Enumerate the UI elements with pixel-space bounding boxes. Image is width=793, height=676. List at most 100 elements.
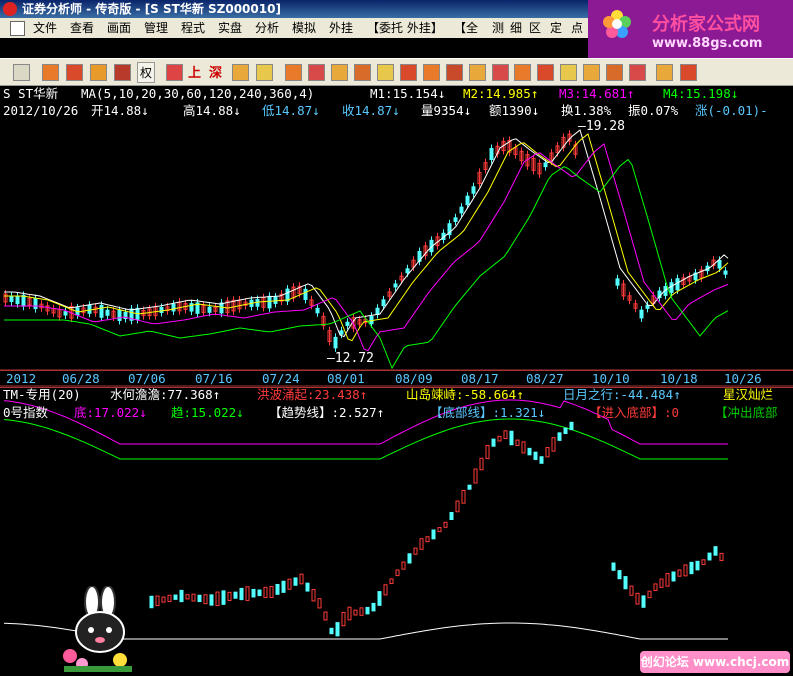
low-price: 低14.87↓ xyxy=(262,103,320,118)
toolbar-button-17[interactable] xyxy=(492,64,509,81)
candle-body xyxy=(315,307,320,314)
indicator2-bottom: 底:17.022↓ xyxy=(74,405,147,420)
indicator-candle xyxy=(713,546,718,556)
toolbar-button-5[interactable] xyxy=(166,64,183,81)
indicator-candle xyxy=(377,591,382,606)
stock-name: S ST华新 xyxy=(3,86,59,101)
min-price-label: —12.72 xyxy=(327,351,374,366)
indicator-candle xyxy=(275,583,280,595)
candle-body xyxy=(255,299,260,307)
toolbar-button-18[interactable] xyxy=(514,64,531,81)
toolbar-button-9[interactable] xyxy=(308,64,325,81)
menu-file[interactable]: 文件 xyxy=(33,18,57,38)
toolbar-button-15[interactable] xyxy=(446,64,463,81)
toolbar-button-10[interactable] xyxy=(331,64,348,81)
toolbar-button-2[interactable] xyxy=(66,64,83,81)
shanghai-button[interactable]: 上 xyxy=(188,62,201,81)
indicator-candle xyxy=(335,622,340,637)
menu-live[interactable]: 实盘 xyxy=(218,18,242,38)
candle-body xyxy=(171,303,176,312)
menu-view[interactable]: 查看 xyxy=(70,18,94,38)
banner-site-name: 分析家公式网 xyxy=(652,14,760,35)
indicator-candle xyxy=(533,451,538,460)
date-tick: 07/06 xyxy=(128,371,166,386)
indicator2-title: 0号指数 xyxy=(3,405,49,420)
indicator2-exit-bottom: 【冲出底部 xyxy=(715,405,778,420)
toolbar-button-13[interactable] xyxy=(400,64,417,81)
menu-formula[interactable]: 程式 xyxy=(181,18,205,38)
toolbar-button-7[interactable] xyxy=(256,64,273,81)
shenzhen-button[interactable]: 深 xyxy=(209,62,222,81)
indicator-candle xyxy=(149,595,154,609)
candle-body xyxy=(63,311,68,316)
toolbar-button-11[interactable] xyxy=(354,64,371,81)
amount: 额1390↓ xyxy=(489,103,540,118)
indicator-candle xyxy=(707,552,712,561)
menu-screen[interactable]: 画面 xyxy=(107,18,131,38)
toolbar-button-25[interactable] xyxy=(680,64,697,81)
toolbar-button-8[interactable] xyxy=(285,64,302,81)
toolbar-button-3[interactable] xyxy=(90,64,107,81)
candle-body xyxy=(393,283,398,288)
candle-body xyxy=(105,309,110,316)
indicator-candle xyxy=(611,562,616,571)
toolbar-button-22[interactable] xyxy=(606,64,623,81)
menu-plugin[interactable]: 外挂 xyxy=(329,18,353,38)
candle-body xyxy=(381,299,386,307)
trend-line xyxy=(3,418,728,460)
indicator-candle xyxy=(239,587,244,601)
menu-region[interactable]: 区 xyxy=(529,18,541,38)
menu-simulate[interactable]: 模拟 xyxy=(292,18,316,38)
indicator-candle xyxy=(443,521,448,528)
menu-order-plugin[interactable]: 【委托 外挂】 xyxy=(367,18,443,38)
candle-body xyxy=(717,259,722,269)
menu-all[interactable]: 【全 xyxy=(454,18,478,38)
ma2-value: M2:14.985↑ xyxy=(463,86,539,101)
indicator-candle xyxy=(497,435,502,442)
cursor-tool-icon[interactable] xyxy=(13,64,30,81)
menu-manage[interactable]: 管理 xyxy=(144,18,168,38)
indicator-candle xyxy=(191,593,196,602)
indicator-candle xyxy=(173,594,178,600)
menu-point[interactable]: 点 xyxy=(571,18,583,38)
indicator-candle xyxy=(461,489,466,504)
candle-body xyxy=(489,147,494,161)
toolbar-button-20[interactable] xyxy=(560,64,577,81)
menu-fixed[interactable]: 定 xyxy=(550,18,562,38)
toolbar-button-16[interactable] xyxy=(469,64,486,81)
indicator-candle xyxy=(293,577,298,586)
toolbar-button-19[interactable] xyxy=(537,64,554,81)
indicator-candle xyxy=(419,538,424,550)
toolbar-button-12[interactable] xyxy=(377,64,394,81)
toolbar-button-14[interactable] xyxy=(423,64,440,81)
toolbar-button-21[interactable] xyxy=(583,64,600,81)
candle-body xyxy=(669,282,674,293)
banner-site-url[interactable]: www.88gs.com xyxy=(652,36,762,51)
indicator-candle xyxy=(701,559,706,565)
indicator-candle xyxy=(539,456,544,464)
indicator-candle xyxy=(557,432,562,441)
indicator1-value4: 日月之行:-44.484↑ xyxy=(563,387,681,402)
candle-body xyxy=(303,288,308,300)
candle-body xyxy=(117,310,122,322)
toolbar-button-23[interactable] xyxy=(629,64,646,81)
indicator-candle xyxy=(623,576,628,590)
candle-body xyxy=(87,304,92,314)
candle-body xyxy=(675,278,680,291)
menu-test[interactable]: 测 xyxy=(492,18,504,38)
menu-analysis[interactable]: 分析 xyxy=(255,18,279,38)
toolbar-button-6[interactable] xyxy=(232,64,249,81)
app-menu-icon[interactable] xyxy=(10,21,25,36)
toolbar-button-4[interactable] xyxy=(114,64,131,81)
menu-detail[interactable]: 细 xyxy=(510,18,522,38)
indicator-candle xyxy=(263,586,268,598)
candle-body xyxy=(15,295,20,305)
indicator1-value2: 洪波涌起:23.438↑ xyxy=(257,387,368,402)
indicator-candle xyxy=(425,536,430,543)
rights-button[interactable]: 权 xyxy=(137,62,156,83)
toolbar-button-24[interactable] xyxy=(656,64,673,81)
indicator-candle xyxy=(545,447,550,458)
toolbar-button-1[interactable] xyxy=(42,64,59,81)
indicator-candle xyxy=(479,457,484,471)
indicator-candle xyxy=(449,511,454,521)
